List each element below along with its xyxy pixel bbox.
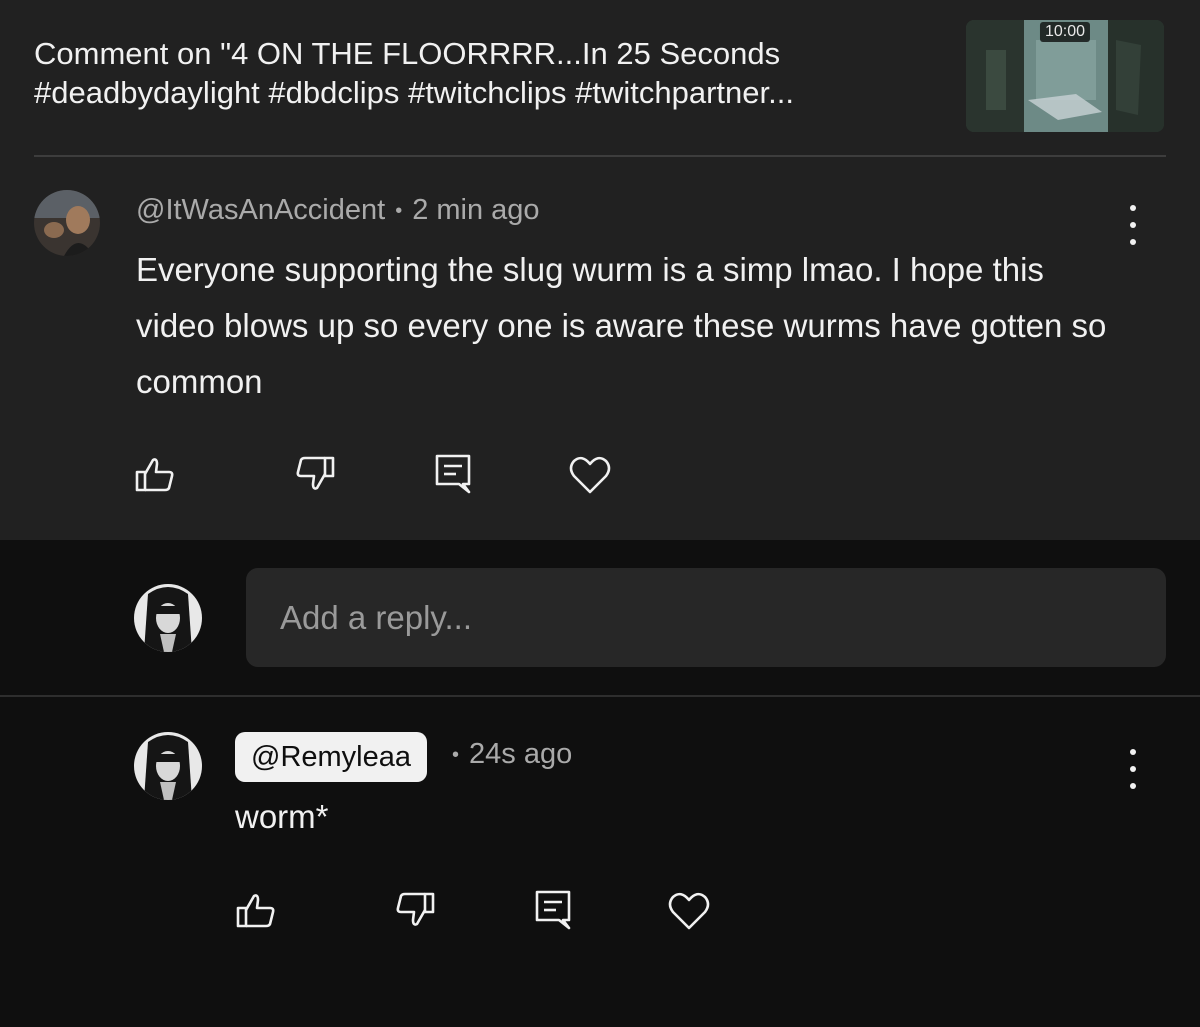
comment-text: Everyone supporting the slug wurm is a s… [136,251,1107,400]
thumbs-up-icon[interactable] [132,450,180,498]
avatar[interactable] [134,732,202,800]
reply-divider [0,695,1200,697]
video-thumbnail[interactable]: 10:00 [966,20,1164,132]
comment-reply-icon[interactable] [530,886,578,934]
duration-badge: 10:00 [1039,22,1091,42]
meta-separator: • [395,199,403,222]
reply-text: worm* [235,798,329,835]
thumbs-down-icon[interactable] [390,886,438,934]
reply-time: 24s ago [469,738,573,770]
comment-meta: @ItWasAnAccident • 2 min ago [136,194,540,227]
thumbs-up-icon[interactable] [233,886,281,934]
reply-author-chip[interactable]: @Remyleaa [235,732,427,782]
thumbs-down-icon[interactable] [290,450,338,498]
comment-time: 2 min ago [412,194,540,226]
more-vertical-icon[interactable] [1121,205,1145,245]
more-vertical-icon[interactable] [1121,749,1145,789]
heart-icon[interactable] [566,450,614,498]
comment-reply-icon[interactable] [430,450,478,498]
reply-input[interactable]: Add a reply... [246,568,1166,667]
meta-separator: • [452,743,460,766]
heart-icon[interactable] [665,886,713,934]
video-title-header: Comment on "4 ON THE FLOORRRR...In 25 Se… [34,36,794,110]
comment-author[interactable]: @ItWasAnAccident [136,194,385,226]
reply-meta: • 24s ago [452,738,572,771]
header-divider [34,155,1166,157]
avatar[interactable] [34,190,100,256]
avatar[interactable] [134,584,202,652]
